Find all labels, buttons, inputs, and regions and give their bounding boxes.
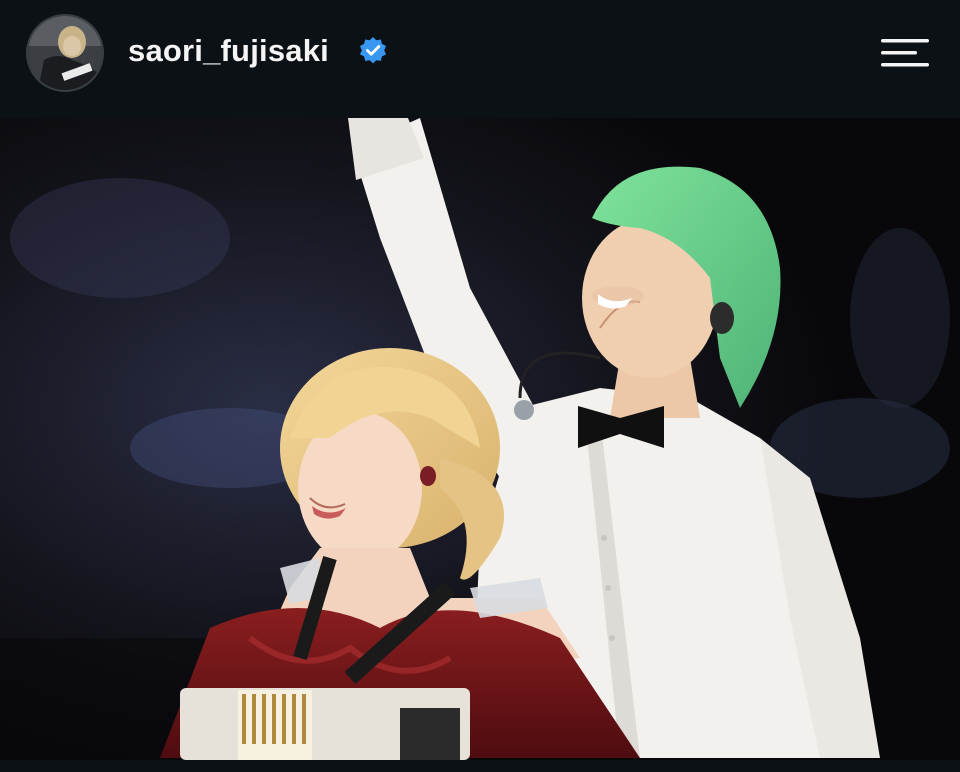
username[interactable]: saori_fujisaki (128, 31, 329, 71)
concert-photo (0, 118, 960, 760)
post-image[interactable] (0, 118, 960, 760)
hamburger-menu-icon[interactable] (878, 36, 932, 70)
avatar-image (28, 16, 102, 90)
profile-avatar[interactable] (26, 14, 104, 92)
verified-badge-icon (360, 37, 386, 64)
post-header: saori_fujisaki (0, 0, 960, 116)
instagram-post-view: saori_fujisaki (0, 0, 960, 772)
bottom-bar (0, 760, 960, 772)
